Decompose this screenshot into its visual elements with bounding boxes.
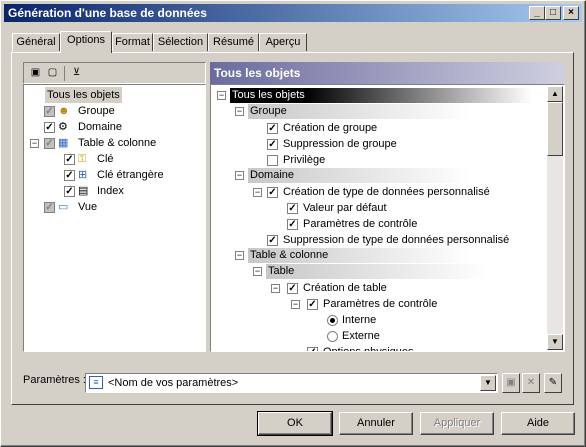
table-checkbox[interactable]: ✓ — [44, 138, 55, 149]
help-button[interactable]: Aide — [501, 412, 575, 435]
creation-table-checkbox[interactable]: ✓ — [287, 283, 298, 294]
suppression-type-checkbox[interactable]: ✓ — [267, 235, 278, 246]
collapse-groupe-icon[interactable]: − — [235, 107, 244, 116]
edit-params-icon[interactable]: ✎ — [544, 373, 562, 393]
option-parametres-controle-type[interactable]: Paramètres de contrôle — [303, 216, 417, 232]
index-icon: ▤ — [78, 185, 89, 197]
right-options-tree: − Tous les objets − Groupe ✓ Création de… — [210, 84, 565, 352]
domaine-checkbox[interactable]: ✓ — [44, 122, 55, 133]
tab-options[interactable]: Options — [60, 31, 112, 53]
params-label: Paramètres : — [23, 374, 86, 386]
privilege-checkbox[interactable] — [267, 155, 278, 166]
table-icon: ▦ — [58, 137, 69, 149]
close-button[interactable]: × — [563, 6, 579, 20]
vue-checkbox[interactable]: ✓ — [44, 202, 55, 213]
group-row-groupe[interactable]: Groupe — [248, 104, 470, 119]
window-title: Génération d'une base de données — [8, 6, 207, 20]
option-externe[interactable]: Externe — [342, 328, 380, 344]
tab-resume[interactable]: Résumé — [208, 33, 259, 51]
vertical-scrollbar[interactable]: ▲ ▼ — [547, 86, 563, 350]
collapse-table-icon[interactable]: − — [30, 139, 39, 148]
save-params-icon[interactable]: ▣ — [502, 373, 520, 393]
left-object-tree: Tous les objets ✓ ☻ Groupe ✓ ⚙ Domaine −… — [23, 84, 206, 352]
option-options-physiques[interactable]: Options physiques — [323, 344, 414, 351]
tree-item-groupe[interactable]: Groupe — [78, 103, 115, 119]
option-interne[interactable]: Interne — [342, 312, 376, 328]
select-all-icon[interactable]: ▣ — [28, 66, 43, 80]
params-dropdown-button[interactable]: ▼ — [480, 375, 496, 391]
tree-item-index[interactable]: Index — [97, 183, 124, 199]
parametres-controle-type-checkbox[interactable]: ✓ — [287, 219, 298, 230]
radio-interne-dot — [330, 318, 335, 323]
title-bar: Génération d'une base de données _ □ × — [4, 4, 582, 22]
tab-apercu[interactable]: Aperçu — [259, 33, 307, 51]
params-combobox[interactable]: ≡ <Nom de vos paramètres> ▼ — [85, 373, 498, 393]
collapse-table-sub-icon[interactable]: − — [253, 267, 262, 276]
radio-interne[interactable] — [327, 315, 338, 326]
collapse-parametres-controle-icon[interactable]: − — [291, 300, 300, 309]
ok-button[interactable]: OK — [257, 411, 333, 436]
view-icon: ▭ — [58, 201, 69, 213]
right-pane-header: Tous les objets — [210, 62, 565, 84]
creation-type-checkbox[interactable]: ✓ — [267, 187, 278, 198]
foreign-key-icon: ⊞ — [78, 169, 88, 181]
right-pane: Tous les objets − Tous les objets − Grou… — [210, 62, 565, 352]
group-row-table-colonne[interactable]: Table & colonne — [248, 248, 470, 263]
index-checkbox[interactable]: ✓ — [64, 186, 75, 197]
option-creation-type[interactable]: Création de type de données personnalisé — [283, 184, 490, 200]
left-pane: ▣ ▢ ⊻ Tous les objets ✓ ☻ Groupe ✓ ⚙ Dom… — [23, 62, 206, 352]
apply-button[interactable]: Appliquer — [420, 412, 494, 435]
radio-externe[interactable] — [327, 331, 338, 342]
parametres-controle-table-checkbox[interactable]: ✓ — [307, 299, 318, 310]
collapse-creation-type-icon[interactable]: − — [253, 188, 262, 197]
tree-item-table[interactable]: Table & colonne — [78, 135, 156, 151]
groupe-checkbox[interactable]: ✓ — [44, 106, 55, 117]
params-value: <Nom de vos paramètres> — [108, 377, 239, 389]
scroll-up-button[interactable]: ▲ — [547, 86, 563, 102]
deselect-all-icon[interactable]: ▢ — [45, 66, 60, 80]
creation-groupe-checkbox[interactable]: ✓ — [267, 123, 278, 134]
scroll-down-button[interactable]: ▼ — [547, 334, 563, 350]
cle-checkbox[interactable]: ✓ — [64, 154, 75, 165]
tree-item-domaine[interactable]: Domaine — [78, 119, 122, 135]
suppression-groupe-checkbox[interactable]: ✓ — [267, 139, 278, 150]
cle-etrangere-checkbox[interactable]: ✓ — [64, 170, 75, 181]
valeur-defaut-checkbox[interactable]: ✓ — [287, 203, 298, 214]
tab-general[interactable]: Général — [12, 33, 60, 51]
scroll-thumb[interactable] — [547, 102, 563, 156]
toolbar-divider — [64, 66, 65, 81]
collapse-table-colonne-icon[interactable]: − — [235, 251, 244, 260]
tree-item-cle-etrangere[interactable]: Clé étrangère — [97, 167, 164, 183]
delete-params-icon[interactable]: ✕ — [522, 373, 540, 393]
option-valeur-defaut[interactable]: Valeur par défaut — [303, 200, 387, 216]
options-physiques-checkbox[interactable]: ✓ — [307, 347, 318, 351]
option-suppression-type[interactable]: Suppression de type de données personnal… — [283, 232, 509, 248]
collapse-root-icon[interactable]: − — [217, 91, 226, 100]
group-row-table[interactable]: Table — [266, 264, 488, 279]
tree-item-vue[interactable]: Vue — [78, 199, 97, 215]
tree-root-label[interactable]: Tous les objets — [45, 87, 122, 103]
key-icon: ⚿ — [78, 153, 87, 165]
filter-icon[interactable]: ⊻ — [69, 66, 84, 80]
groupe-icon: ☻ — [58, 105, 70, 117]
tab-format[interactable]: Format — [112, 33, 153, 51]
collapse-domaine-icon[interactable]: − — [235, 171, 244, 180]
maximize-button[interactable]: □ — [545, 6, 561, 20]
group-row-domaine[interactable]: Domaine — [248, 168, 470, 183]
option-creation-groupe[interactable]: Création de groupe — [283, 120, 377, 136]
minimize-button[interactable]: _ — [529, 6, 545, 20]
option-creation-table[interactable]: Création de table — [303, 280, 387, 296]
domaine-icon: ⚙ — [58, 121, 68, 133]
left-toolbar: ▣ ▢ ⊻ — [23, 62, 206, 84]
root-row[interactable]: Tous les objets — [230, 88, 532, 103]
option-privilege[interactable]: Privilège — [283, 152, 325, 168]
tab-selection[interactable]: Sélection — [153, 33, 208, 51]
cancel-button[interactable]: Annuler — [339, 412, 413, 435]
option-suppression-groupe[interactable]: Suppression de groupe — [283, 136, 397, 152]
option-parametres-controle-table[interactable]: Paramètres de contrôle — [323, 296, 437, 312]
collapse-creation-table-icon[interactable]: − — [271, 284, 280, 293]
params-list-icon: ≡ — [89, 376, 103, 389]
tree-item-cle[interactable]: Clé — [97, 151, 114, 167]
